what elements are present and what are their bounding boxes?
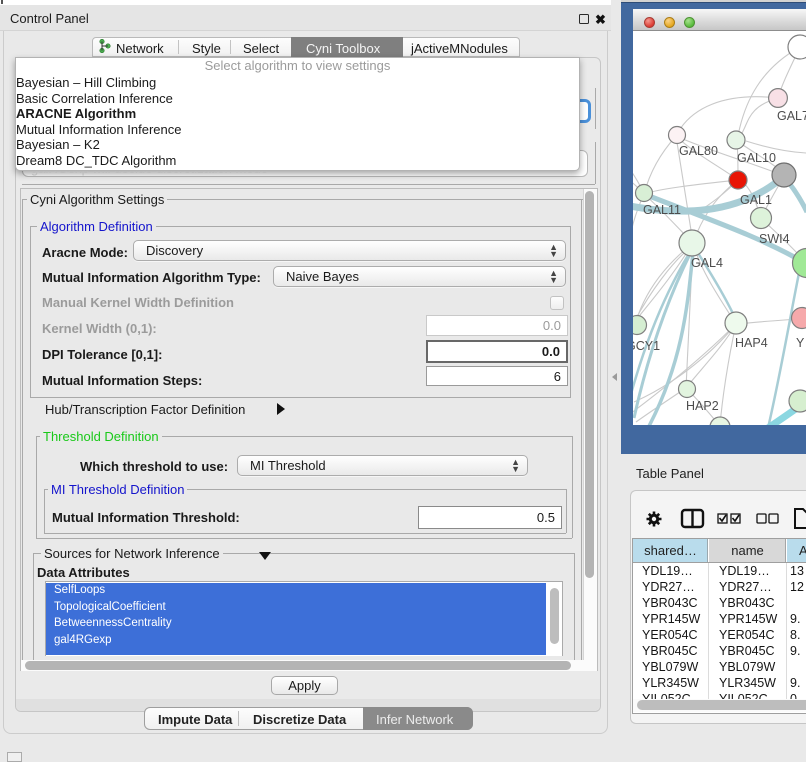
svg-text:GAL80: GAL80 (679, 144, 718, 158)
svg-text:HAP2: HAP2 (686, 399, 719, 413)
svg-text:GAL10: GAL10 (737, 151, 776, 165)
svg-text:GAL4: GAL4 (691, 256, 723, 270)
svg-text:SWI4: SWI4 (759, 232, 790, 246)
svg-text:GAL1: GAL1 (740, 193, 772, 207)
svg-text:GAL11: GAL11 (643, 203, 681, 217)
svg-text:GAL7: GAL7 (777, 109, 806, 123)
svg-text:GCY1: GCY1 (633, 339, 660, 353)
svg-text:HAP4: HAP4 (735, 336, 768, 350)
svg-text:Y: Y (796, 336, 805, 350)
